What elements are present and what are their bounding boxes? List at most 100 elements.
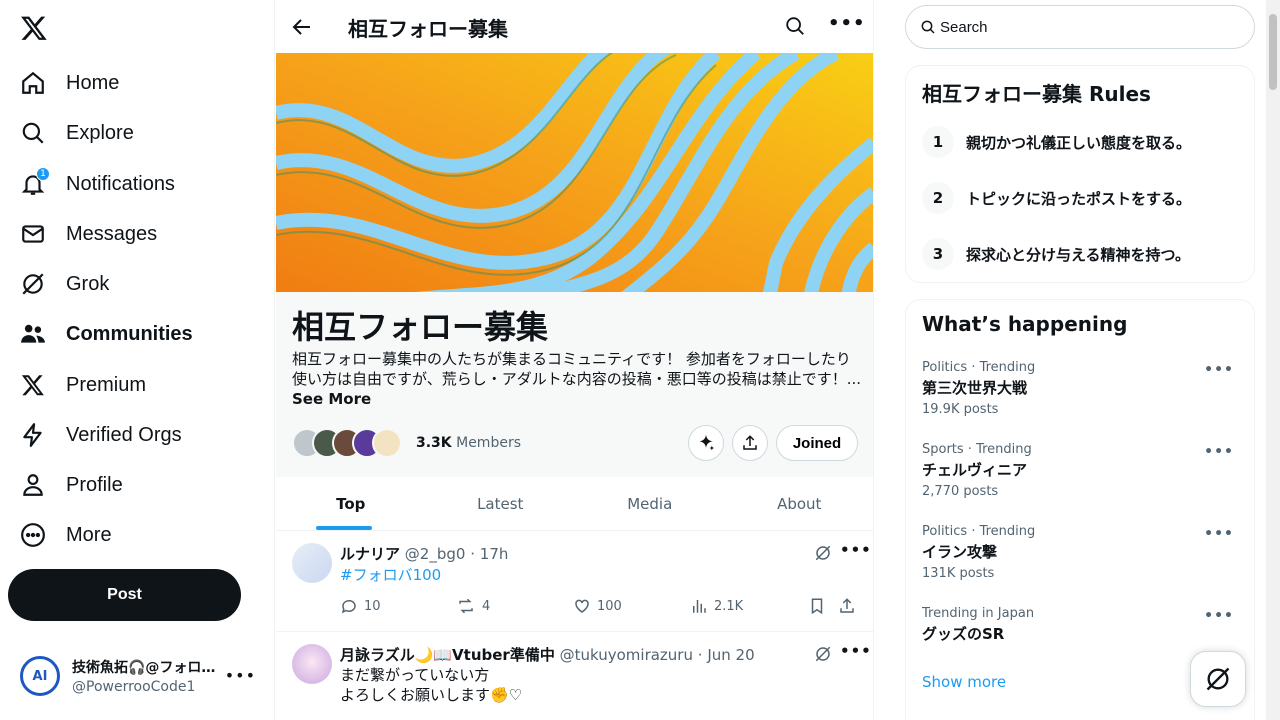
rule-item[interactable]: 3 探求心と分け与える精神を持つ。: [922, 238, 1190, 270]
grok-icon: [20, 271, 46, 297]
grok-floating-button[interactable]: [1190, 651, 1246, 707]
search-box[interactable]: [905, 5, 1255, 49]
tweet-text[interactable]: まだ繋がっていない方 よろしくお願いします✊♡: [340, 665, 522, 705]
tweet-author-handle[interactable]: @2_bg0: [405, 545, 466, 563]
account-name: 技術魚拓🎧@フォロ…: [72, 660, 216, 676]
nav-communities[interactable]: Communities: [20, 316, 193, 352]
nav-home[interactable]: Home: [20, 65, 119, 101]
nav-grok[interactable]: Grok: [20, 266, 109, 302]
nav-more-label: More: [66, 523, 112, 546]
nav-profile-label: Profile: [66, 473, 123, 496]
community-description: 相互フォロー募集中の人たちが集まるコミュニティです！ 参加者をフォローしたり 使…: [292, 349, 862, 389]
rule-text: トピックに沿ったポストをする。: [966, 189, 1192, 208]
more-horizontal-icon[interactable]: •••: [1204, 362, 1234, 378]
trend-context: Politics · Trending: [922, 360, 1036, 375]
bookmark-button[interactable]: [808, 597, 832, 615]
trends-title: What’s happening: [922, 312, 1128, 336]
grok-icon[interactable]: [814, 544, 832, 566]
back-arrow-icon[interactable]: [290, 15, 314, 39]
tweet-author-handle[interactable]: @tukuyomirazuru: [560, 646, 693, 664]
more-horizontal-icon[interactable]: •••: [1204, 444, 1234, 460]
tweet[interactable]: 月詠ラズル🌙📖Vtuber準備中 @tukuyomirazuru · Jun 2…: [276, 632, 873, 720]
nav-explore-label: Explore: [66, 121, 134, 144]
person-icon: [20, 472, 46, 498]
nav-more[interactable]: More: [20, 517, 112, 553]
scrollbar[interactable]: [1266, 0, 1280, 720]
account-handle: @PowerrooCode1: [72, 679, 196, 695]
more-horizontal-icon[interactable]: •••: [840, 642, 872, 660]
retweet-button[interactable]: 4: [456, 597, 490, 615]
trend-item[interactable]: Sports · Trending チェルヴィニア 2,770 posts ••…: [922, 442, 1242, 499]
tweet-text[interactable]: #フォロバ100: [340, 565, 441, 585]
tweet[interactable]: ルナリア @2_bg0 · 17h ••• #フォロバ100 10 4 100: [276, 531, 873, 632]
more-horizontal-icon[interactable]: •••: [840, 541, 872, 559]
scrollbar-thumb[interactable]: [1269, 14, 1277, 90]
bookmark-icon: [811, 598, 823, 615]
like-button[interactable]: 100: [573, 597, 622, 615]
trend-name: 第三次世界大戦: [922, 379, 1028, 397]
see-more-link[interactable]: See More: [292, 390, 371, 408]
more-horizontal-icon[interactable]: •••: [828, 13, 866, 34]
member-count[interactable]: 3.3K Members: [416, 435, 521, 451]
sparkle-button[interactable]: [688, 425, 724, 461]
avatar[interactable]: [292, 543, 332, 583]
rule-text: 親切かつ礼儀正しい態度を取る。: [966, 133, 1192, 152]
search-input[interactable]: [940, 18, 1240, 36]
avatar: [372, 428, 402, 458]
tab-about[interactable]: About: [725, 477, 874, 530]
left-navigation: Home Explore 1 Notifications Messages Gr…: [0, 0, 275, 720]
description-line: 相互フォロー募集中の人たちが集まるコミュニティです！ 参加者をフォローしたり: [292, 350, 851, 368]
member-avatars[interactable]: [292, 428, 402, 458]
rule-item[interactable]: 2 トピックに沿ったポストをする。: [922, 182, 1191, 214]
trend-item[interactable]: Politics · Trending 第三次世界大戦 19.9K posts …: [922, 360, 1242, 417]
rule-item[interactable]: 1 親切かつ礼儀正しい態度を取る。: [922, 126, 1191, 158]
joined-button[interactable]: Joined: [776, 425, 858, 461]
share-icon: [743, 435, 757, 450]
envelope-icon: [20, 221, 46, 247]
nav-explore[interactable]: Explore: [20, 115, 134, 151]
reply-button[interactable]: 10: [340, 597, 381, 615]
more-circle-icon: [20, 522, 46, 548]
more-horizontal-icon[interactable]: •••: [1204, 608, 1234, 624]
avatar: AI: [20, 656, 60, 696]
sparkle-icon: [699, 434, 715, 451]
tab-media[interactable]: Media: [575, 477, 725, 530]
nav-notifications-label: Notifications: [66, 172, 175, 195]
account-switcher[interactable]: AI 技術魚拓🎧@フォロ… @PowerrooCode1 •••: [20, 652, 260, 700]
search-icon[interactable]: [784, 15, 806, 41]
nav-grok-label: Grok: [66, 272, 110, 295]
grok-icon[interactable]: [814, 645, 832, 667]
share-icon: [840, 598, 854, 613]
tab-latest[interactable]: Latest: [426, 477, 576, 530]
nav-messages[interactable]: Messages: [20, 216, 157, 252]
main-column: 相互フォロー募集 ••• 相互フォロー募集 相互フォロー募集中の人たちが集まるコ…: [276, 0, 874, 720]
tweet-author-name[interactable]: 月詠ラズル🌙📖Vtuber準備中: [340, 646, 555, 664]
nav-verified-orgs-label: Verified Orgs: [66, 423, 182, 446]
rule-number: 2: [922, 182, 954, 214]
search-icon: [921, 20, 935, 34]
rules-card: 相互フォロー募集 Rules 1 親切かつ礼儀正しい態度を取る。 2 トピックに…: [905, 65, 1255, 283]
x-logo-icon[interactable]: [20, 14, 48, 42]
tweet-time[interactable]: Jun 20: [707, 646, 754, 664]
trend-item[interactable]: Politics · Trending イラン攻撃 131K posts •••: [922, 524, 1242, 581]
avatar[interactable]: [292, 644, 332, 684]
views-button[interactable]: 2.1K: [690, 597, 743, 615]
tweet-author-name[interactable]: ルナリア: [340, 545, 400, 563]
tab-top[interactable]: Top: [276, 477, 426, 530]
more-horizontal-icon[interactable]: •••: [1204, 526, 1234, 542]
trend-name: チェルヴィニア: [922, 461, 1028, 479]
share-button[interactable]: [838, 597, 862, 615]
nav-verified-orgs[interactable]: Verified Orgs: [20, 417, 182, 453]
share-button[interactable]: [732, 425, 768, 461]
description-line: 使い方は自由ですが、荒らし・アダルトな内容の投稿・悪口等の投稿は禁止です！...: [292, 370, 862, 388]
reply-icon: [341, 599, 356, 614]
nav-profile[interactable]: Profile: [20, 467, 123, 503]
trend-item[interactable]: Trending in Japan グッズのSR •••: [922, 606, 1242, 644]
nav-premium[interactable]: Premium: [20, 367, 146, 403]
nav-notifications[interactable]: 1 Notifications: [20, 166, 175, 202]
tweet-actions: 10 4 100 2.1K: [340, 597, 860, 617]
show-more-link[interactable]: Show more: [922, 673, 1006, 691]
nav-messages-label: Messages: [66, 222, 158, 245]
tweet-time[interactable]: 17h: [480, 545, 509, 563]
post-button[interactable]: Post: [8, 569, 241, 621]
